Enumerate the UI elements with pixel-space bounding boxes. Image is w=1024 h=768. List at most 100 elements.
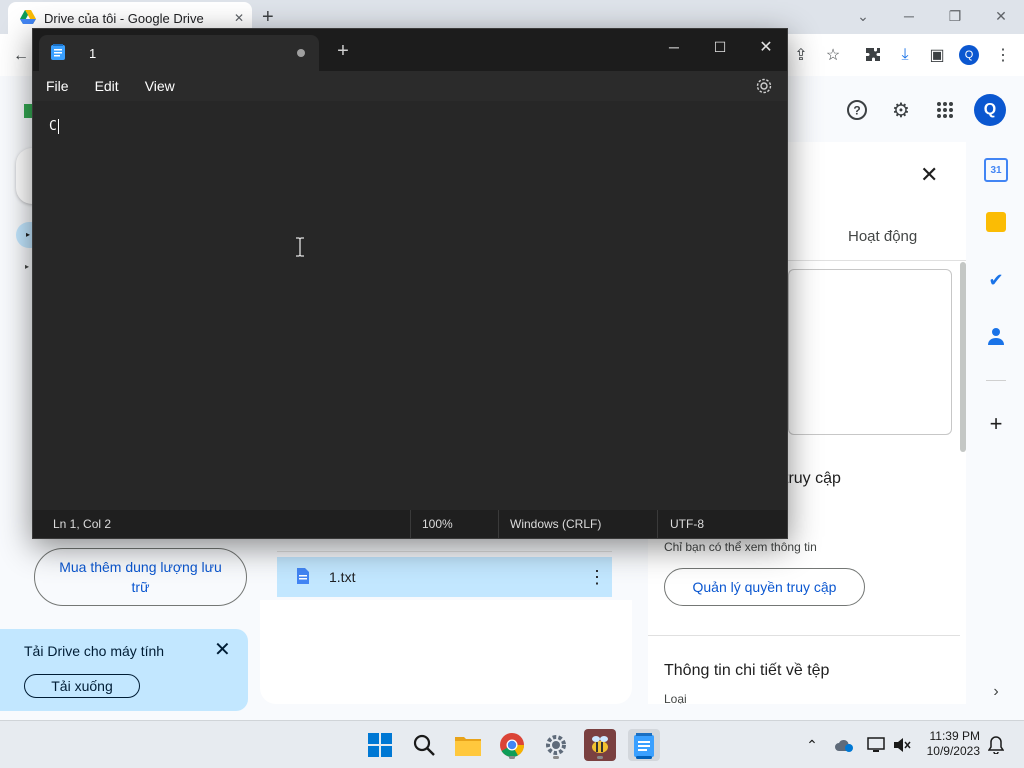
keep-icon[interactable] (986, 212, 1006, 232)
status-zoom: 100% (422, 517, 453, 531)
access-note: Chỉ bạn có thể xem thông tin (664, 540, 817, 554)
notepad-settings-gear-icon[interactable] (755, 77, 775, 97)
notepad-window: 1 + ─ ☐ ✕ File Edit View C Ln 1, Col 2 1… (32, 28, 788, 539)
access-heading: truy cập (784, 470, 841, 487)
notepad-close-button[interactable]: ✕ (743, 33, 789, 61)
status-separator (410, 510, 411, 538)
download-drive-promo: Tải Drive cho máy tính ✕ Tải xuống (0, 629, 248, 711)
chrome-restore-button[interactable]: ❐ (932, 4, 978, 28)
running-indicator (597, 756, 603, 759)
editor-text: C (49, 119, 57, 134)
notepad-titlebar: 1 + ─ ☐ ✕ (33, 29, 787, 71)
chrome-new-tab-button[interactable]: + (262, 6, 274, 29)
more-actions-icon[interactable]: ⋮ (582, 567, 612, 588)
svg-text:?: ? (853, 104, 860, 118)
profile-avatar[interactable]: Q (958, 44, 980, 66)
apps-grid-icon[interactable] (930, 95, 960, 125)
notepad-statusbar: Ln 1, Col 2 100% Windows (CRLF) UTF-8 (33, 510, 787, 538)
menu-view[interactable]: View (145, 78, 175, 94)
clock-time: 11:39 PM (929, 729, 980, 743)
notepad-minimize-button[interactable]: ─ (651, 33, 697, 61)
file-details-heading: Thông tin chi tiết về tệp (664, 662, 830, 679)
chrome-minimize-button[interactable]: ─ (886, 4, 932, 28)
status-encoding: UTF-8 (670, 517, 704, 531)
show-hidden-icons-chevron-icon[interactable]: ⌃ (802, 735, 822, 755)
file-list-header-fragment (277, 540, 612, 552)
search-icon[interactable] (408, 729, 440, 761)
active-indicator (636, 756, 652, 759)
unsaved-dot-icon[interactable] (297, 49, 305, 57)
settings-gear-icon[interactable]: ⚙ (886, 95, 916, 125)
onedrive-cloud-icon[interactable] (834, 735, 854, 755)
file-row-selected[interactable]: 1.txt ⋮ (277, 557, 612, 597)
clock-date: 10/9/2023 (926, 744, 980, 758)
ibeam-cursor-icon (295, 237, 305, 257)
extensions-icon[interactable] (862, 44, 884, 66)
promo-close-icon[interactable]: ✕ (214, 637, 231, 662)
status-separator (498, 510, 499, 538)
promo-text: Tải Drive cho máy tính (24, 643, 165, 659)
start-windows-icon[interactable] (364, 729, 396, 761)
notepad-menubar: File Edit View (33, 71, 787, 101)
notepad-tab[interactable]: 1 (39, 35, 319, 71)
details-close-icon[interactable]: ✕ (920, 162, 938, 188)
expand-rail-icon[interactable]: › (984, 680, 1008, 704)
rail-divider (986, 380, 1006, 381)
document-icon (297, 567, 309, 587)
details-divider-2 (648, 635, 960, 636)
notepad-text-editor[interactable]: C (33, 101, 787, 511)
settings-taskbar-icon[interactable] (540, 729, 572, 761)
nav-expand-arrow-2[interactable]: ▸ (25, 262, 29, 271)
account-avatar[interactable]: Q (974, 94, 1006, 126)
help-icon[interactable]: ? (842, 95, 872, 125)
chrome-taskbar-icon[interactable] (496, 729, 528, 761)
editor-content: C (49, 119, 59, 134)
status-cursor-position: Ln 1, Col 2 (53, 517, 112, 531)
text-caret (57, 119, 59, 134)
windows-taskbar: ⌃ 11:39 PM 10/9/2023 (0, 720, 1024, 768)
chrome-menu-icon[interactable]: ⋮ (992, 44, 1014, 66)
calendar-icon[interactable]: 31 (984, 158, 1008, 182)
notepad-tab-label: 1 (89, 45, 97, 61)
file-explorer-icon[interactable] (452, 729, 484, 761)
app-bee-icon[interactable] (584, 729, 616, 761)
add-app-icon[interactable]: + (984, 411, 1008, 436)
promo-download-button[interactable]: Tải xuống (24, 674, 140, 698)
drive-header-actions: ? ⚙ Q (842, 94, 1006, 126)
notification-bell-icon[interactable] (986, 735, 1006, 755)
share-icon[interactable]: ⇪ (790, 44, 812, 66)
side-apps-rail: 31 ✔ + › (976, 140, 1016, 720)
notepad-maximize-button[interactable]: ☐ (697, 33, 743, 61)
panel-scrollbar[interactable] (960, 262, 966, 452)
download-icon[interactable]: ⤓ (894, 44, 916, 66)
manage-access-button[interactable]: Quản lý quyền truy cập (664, 568, 865, 606)
contacts-icon[interactable] (984, 324, 1008, 348)
activity-tab[interactable]: Hoạt động (848, 228, 917, 245)
running-indicator (553, 756, 559, 759)
system-clock[interactable]: 11:39 PM 10/9/2023 (927, 729, 980, 759)
running-indicator (509, 756, 515, 759)
back-arrow-icon[interactable]: ← (10, 45, 32, 67)
type-label: Loại (664, 692, 687, 704)
notepad-taskbar-icon[interactable] (628, 729, 660, 761)
menu-file[interactable]: File (46, 78, 69, 94)
menu-edit[interactable]: Edit (95, 78, 119, 94)
google-drive-icon (20, 9, 36, 27)
tasks-icon[interactable]: ✔ (984, 268, 1008, 292)
notepad-app-icon (51, 43, 65, 63)
buy-storage-button[interactable]: Mua thêm dung lượng lưu trữ (34, 548, 247, 606)
status-line-ending: Windows (CRLF) (510, 517, 602, 531)
network-display-icon[interactable] (866, 735, 886, 755)
chrome-close-button[interactable]: ✕ (978, 4, 1024, 28)
status-separator (657, 510, 658, 538)
notepad-new-tab-button[interactable]: + (333, 41, 353, 61)
side-panel-icon[interactable]: ▣ (926, 44, 948, 66)
chrome-tab-title: Drive của tôi - Google Drive (44, 10, 204, 26)
chrome-tab-search-icon[interactable]: ⌄ (840, 4, 886, 28)
volume-muted-icon[interactable] (892, 735, 912, 755)
file-name: 1.txt (329, 569, 356, 585)
preview-box (788, 269, 952, 435)
chrome-tab-close-icon[interactable]: ✕ (234, 11, 244, 25)
main-content-card-edge (260, 600, 632, 704)
bookmark-star-icon[interactable]: ☆ (822, 44, 844, 66)
